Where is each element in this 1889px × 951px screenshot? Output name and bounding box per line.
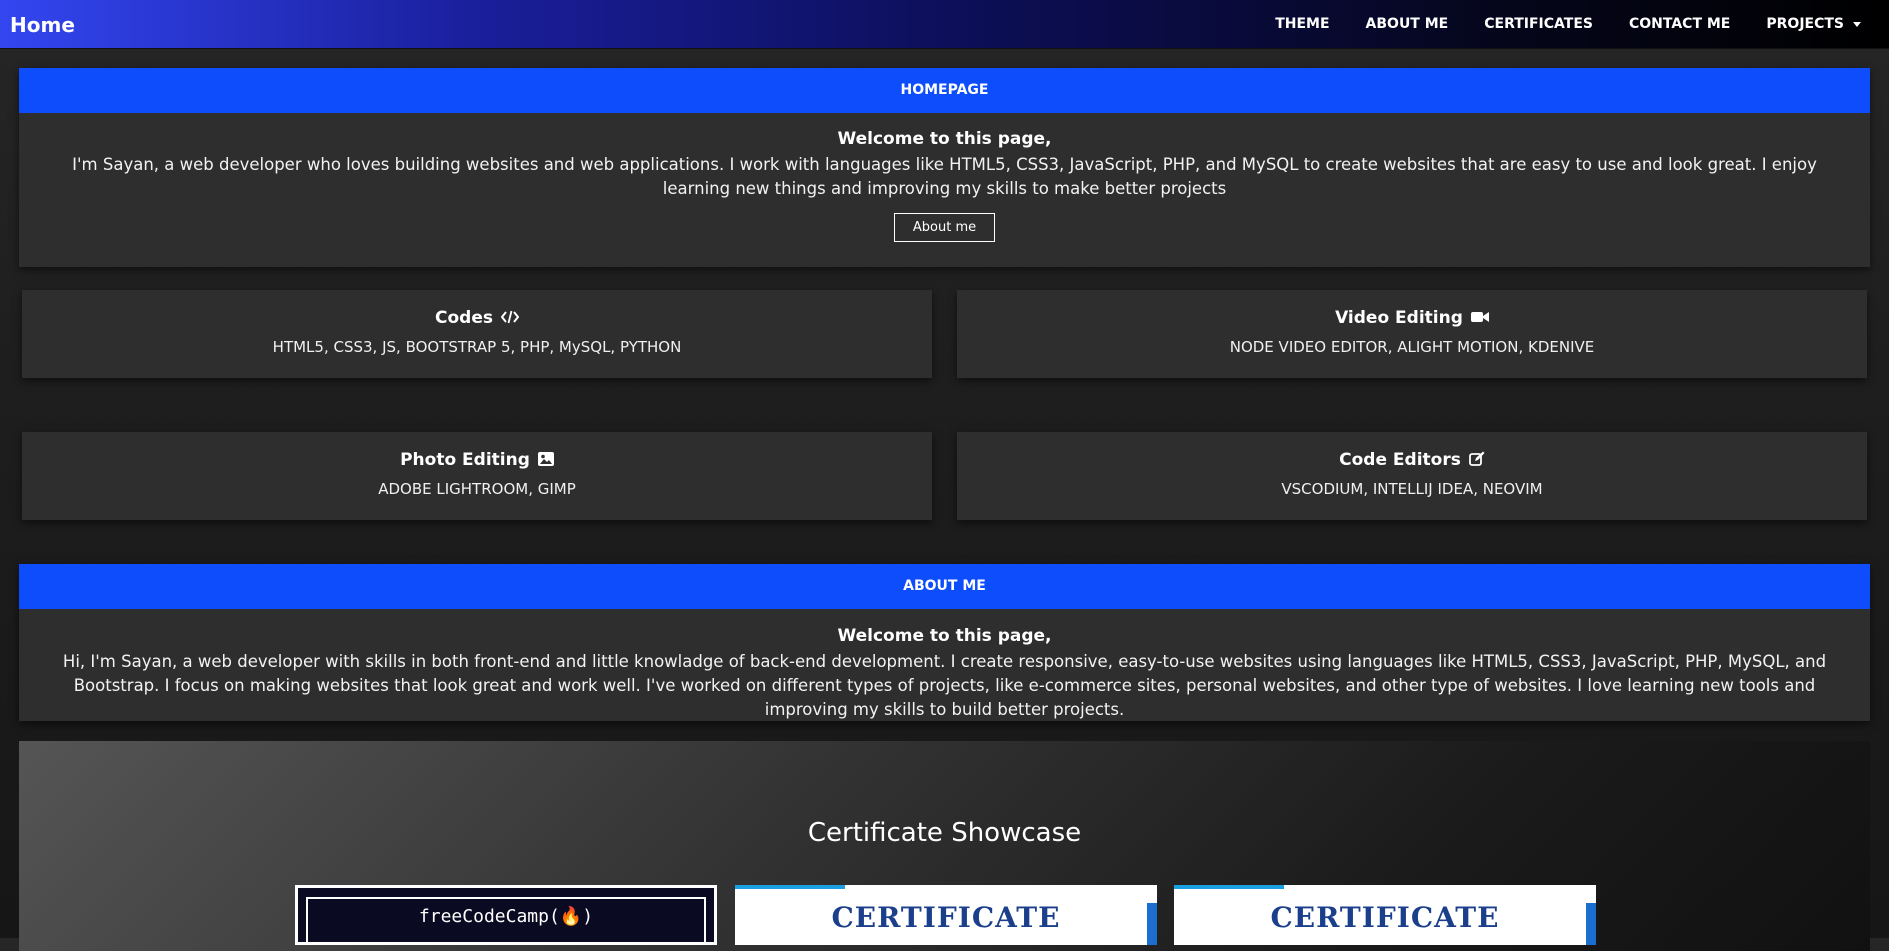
skill-text-video-editing: NODE VIDEO EDITOR, ALIGHT MOTION, KDENIV… — [1229, 338, 1595, 356]
certificate-showcase-title: Certificate Showcase — [807, 818, 1082, 848]
nav-projects-label: PROJECTS — [1766, 16, 1844, 32]
homepage-card: HOMEPAGE Welcome to this page, I'm Sayan… — [19, 68, 1870, 267]
skill-text-photo-editing: ADOBE LIGHTROOM, GIMP — [378, 480, 576, 498]
skill-title-video-editing: Video Editing — [1335, 308, 1463, 328]
skill-card-photo-editing: Photo Editing ADOBE LIGHTROOM, GIMP — [22, 432, 932, 520]
about-me-button[interactable]: About me — [893, 213, 996, 242]
brand-home-link[interactable]: Home — [10, 13, 75, 37]
certificate-freecodecamp[interactable]: freeCodeCamp(🔥) — [295, 885, 717, 945]
homepage-welcome: Welcome to this page, — [837, 129, 1052, 149]
code-icon — [500, 310, 520, 327]
nav-about-me[interactable]: ABOUT ME — [1366, 16, 1449, 32]
skill-card-codes: Codes HTML5, CSS3, JS, BOOTSTRAP 5, PHP,… — [22, 290, 932, 378]
navbar: Home THEME ABOUT ME CERTIFICATES CONTACT… — [0, 0, 1889, 49]
skill-title-code-editors: Code Editors — [1339, 450, 1461, 470]
certificate-card-3-title: CERTIFICATE — [1270, 901, 1500, 934]
about-me-welcome: Welcome to this page, — [837, 626, 1052, 646]
skill-title-photo-editing: Photo Editing — [400, 450, 530, 470]
skill-text-codes: HTML5, CSS3, JS, BOOTSTRAP 5, PHP, MySQL… — [272, 338, 682, 356]
certificate-accent-bar — [1174, 885, 1284, 889]
about-me-header: ABOUT ME — [19, 564, 1870, 609]
certificate-card-2[interactable]: CERTIFICATE — [735, 885, 1157, 945]
about-me-card: ABOUT ME Welcome to this page, Hi, I'm S… — [19, 564, 1870, 721]
nav-certificates[interactable]: CERTIFICATES — [1484, 16, 1593, 32]
nav-projects-dropdown[interactable]: PROJECTS — [1766, 16, 1861, 32]
homepage-header: HOMEPAGE — [19, 68, 1870, 113]
skill-card-video-editing: Video Editing NODE VIDEO EDITOR, ALIGHT … — [957, 290, 1867, 378]
certificate-card-2-title: CERTIFICATE — [831, 901, 1061, 934]
image-icon — [537, 451, 554, 469]
nav-contact-me[interactable]: CONTACT ME — [1629, 16, 1730, 32]
about-me-text: Hi, I'm Sayan, a web developer with skil… — [62, 652, 1827, 719]
edit-icon — [1468, 451, 1485, 470]
video-camera-icon — [1470, 311, 1489, 326]
nav-theme[interactable]: THEME — [1275, 16, 1329, 32]
homepage-intro-text: I'm Sayan, a web developer who loves bui… — [72, 155, 1817, 198]
skill-title-codes: Codes — [435, 308, 493, 328]
certificate-accent-bar — [735, 885, 845, 889]
nav-links: THEME ABOUT ME CERTIFICATES CONTACT ME P… — [1239, 16, 1861, 32]
caret-down-icon — [1853, 21, 1861, 27]
certificate-card-3[interactable]: CERTIFICATE — [1174, 885, 1596, 945]
skill-card-code-editors: Code Editors VSCODIUM, INTELLIJ IDEA, NE… — [957, 432, 1867, 520]
skill-text-code-editors: VSCODIUM, INTELLIJ IDEA, NEOVIM — [1281, 480, 1543, 498]
